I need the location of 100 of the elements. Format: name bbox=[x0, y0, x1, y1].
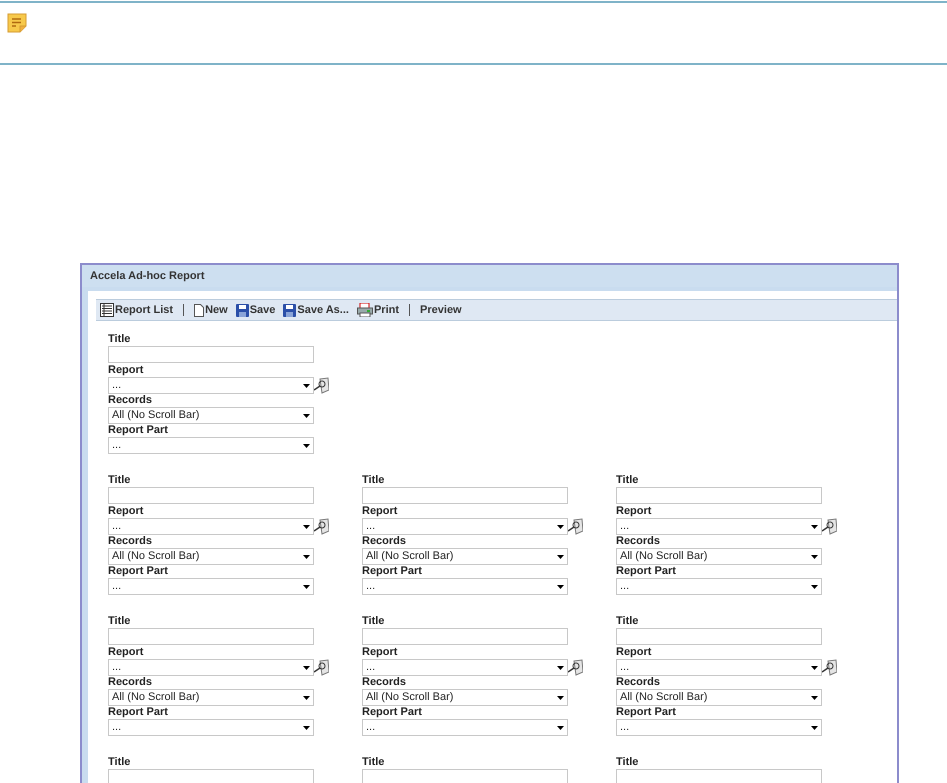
toolbar-button[interactable]: Report List bbox=[98, 300, 176, 320]
records-select[interactable]: All (No Scroll Bar) bbox=[616, 548, 822, 565]
toolbar-button[interactable]: New bbox=[192, 300, 230, 320]
field-label: Report Part bbox=[362, 706, 423, 719]
field-label: Records bbox=[616, 535, 662, 548]
magnifier-icon[interactable] bbox=[822, 659, 837, 676]
dropdown-arrow-icon bbox=[303, 554, 310, 558]
dropdown-arrow-icon bbox=[811, 554, 818, 558]
dropdown-arrow-icon bbox=[557, 666, 564, 670]
field-label: Report Part bbox=[108, 565, 169, 578]
field-label: Title bbox=[108, 333, 132, 346]
title-input-field[interactable] bbox=[108, 487, 314, 504]
dropdown-arrow-icon bbox=[557, 726, 564, 730]
field-label: Title bbox=[362, 756, 386, 769]
field-label: Report bbox=[108, 364, 144, 377]
field-label: Title bbox=[362, 474, 386, 487]
dropdown-arrow-icon bbox=[557, 696, 564, 700]
field-label: Report bbox=[362, 505, 398, 518]
note-icon bbox=[7, 13, 27, 33]
dropdown-arrow-icon bbox=[303, 524, 310, 528]
window-title: Accela Ad-hoc Report bbox=[82, 265, 897, 287]
title-input-field[interactable] bbox=[362, 487, 568, 504]
page-icon bbox=[194, 304, 204, 316]
report-part-select[interactable]: ... bbox=[616, 719, 822, 736]
report-part-select[interactable]: ... bbox=[362, 719, 568, 736]
dropdown-arrow-icon bbox=[811, 666, 818, 670]
records-select[interactable]: All (No Scroll Bar) bbox=[362, 689, 568, 706]
field-label: Report Part bbox=[362, 565, 423, 578]
title-input-field[interactable] bbox=[616, 487, 822, 504]
records-select[interactable]: All (No Scroll Bar) bbox=[616, 689, 822, 706]
printer-icon bbox=[356, 303, 373, 317]
field-label: Title bbox=[616, 756, 640, 769]
title-input-field[interactable] bbox=[616, 769, 822, 783]
dropdown-arrow-icon bbox=[557, 554, 564, 558]
report-select[interactable]: ... bbox=[362, 659, 568, 676]
field-label: Title bbox=[616, 474, 640, 487]
title-input-field[interactable] bbox=[108, 628, 314, 645]
field-label: Records bbox=[616, 676, 662, 689]
records-select[interactable]: All (No Scroll Bar) bbox=[362, 548, 568, 565]
magnifier-icon[interactable] bbox=[568, 659, 583, 676]
title-input-field[interactable] bbox=[362, 769, 568, 783]
report-part-select[interactable]: ... bbox=[108, 719, 314, 736]
field-label: Report Part bbox=[108, 424, 169, 437]
list-icon bbox=[100, 303, 114, 317]
title-input-field[interactable] bbox=[616, 628, 822, 645]
toolbar-button[interactable]: Save bbox=[234, 300, 278, 320]
dropdown-arrow-icon bbox=[303, 666, 310, 670]
magnifier-icon[interactable] bbox=[314, 659, 329, 676]
field-label: Title bbox=[108, 756, 132, 769]
magnifier-icon[interactable] bbox=[822, 518, 837, 535]
dropdown-arrow-icon bbox=[811, 696, 818, 700]
field-label: Title bbox=[362, 615, 386, 628]
field-label: Report bbox=[616, 646, 652, 659]
title-input-field[interactable] bbox=[108, 346, 314, 363]
toolbar-button[interactable]: Save As... bbox=[281, 300, 351, 320]
field-label: Records bbox=[108, 676, 154, 689]
report-select[interactable]: ... bbox=[616, 659, 822, 676]
dropdown-arrow-icon bbox=[811, 726, 818, 730]
toolbar-button[interactable]: Print bbox=[354, 300, 402, 320]
magnifier-icon[interactable] bbox=[314, 377, 329, 394]
field-label: Title bbox=[108, 615, 132, 628]
field-label: Report bbox=[362, 646, 398, 659]
title-input-field[interactable] bbox=[108, 769, 314, 783]
records-select[interactable]: All (No Scroll Bar) bbox=[108, 407, 314, 424]
report-select[interactable]: ... bbox=[616, 518, 822, 535]
records-select[interactable]: All (No Scroll Bar) bbox=[108, 548, 314, 565]
dropdown-arrow-icon bbox=[303, 444, 310, 448]
title-input-field[interactable] bbox=[362, 628, 568, 645]
field-label: Title bbox=[108, 474, 132, 487]
field-label: Records bbox=[362, 676, 408, 689]
toolbar-button[interactable]: Preview bbox=[418, 300, 464, 320]
records-select[interactable]: All (No Scroll Bar) bbox=[108, 689, 314, 706]
field-label: Report bbox=[616, 505, 652, 518]
dropdown-arrow-icon bbox=[557, 584, 564, 588]
dropdown-arrow-icon bbox=[303, 384, 310, 388]
field-label: Report Part bbox=[616, 565, 677, 578]
dropdown-arrow-icon bbox=[303, 584, 310, 588]
field-label: Report bbox=[108, 646, 144, 659]
report-select[interactable]: ... bbox=[108, 518, 314, 535]
dropdown-arrow-icon bbox=[303, 726, 310, 730]
dropdown-arrow-icon bbox=[303, 414, 310, 418]
field-label: Records bbox=[108, 535, 154, 548]
dropdown-arrow-icon bbox=[303, 696, 310, 700]
dropdown-arrow-icon bbox=[811, 524, 818, 528]
field-label: Records bbox=[108, 394, 154, 407]
dropdown-arrow-icon bbox=[557, 524, 564, 528]
magnifier-icon[interactable] bbox=[314, 518, 329, 535]
field-label: Report bbox=[108, 505, 144, 518]
report-select[interactable]: ... bbox=[108, 377, 314, 394]
report-select[interactable]: ... bbox=[362, 518, 568, 535]
dropdown-arrow-icon bbox=[811, 584, 818, 588]
report-part-select[interactable]: ... bbox=[108, 437, 314, 454]
report-part-select[interactable]: ... bbox=[108, 578, 314, 595]
report-part-select[interactable]: ... bbox=[616, 578, 822, 595]
field-label: Report Part bbox=[108, 706, 169, 719]
field-label: Title bbox=[616, 615, 640, 628]
report-part-select[interactable]: ... bbox=[362, 578, 568, 595]
field-label: Report Part bbox=[616, 706, 677, 719]
magnifier-icon[interactable] bbox=[568, 518, 583, 535]
report-select[interactable]: ... bbox=[108, 659, 314, 676]
